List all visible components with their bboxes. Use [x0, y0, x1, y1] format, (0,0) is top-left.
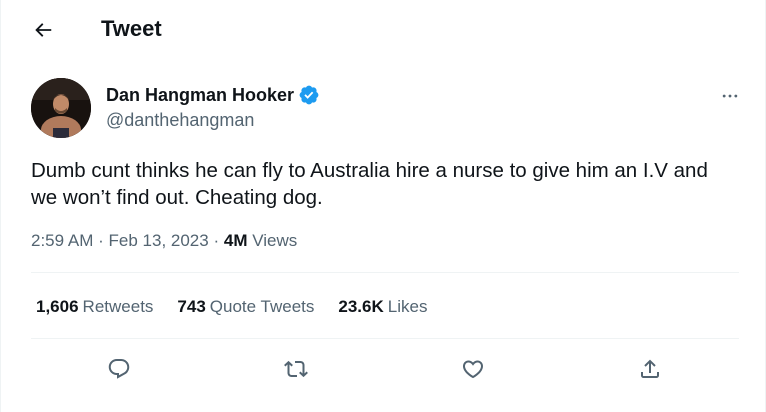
- like-button[interactable]: [455, 351, 491, 387]
- tweet-text: Dumb cunt thinks he can fly to Australia…: [31, 159, 708, 209]
- share-button[interactable]: [632, 351, 668, 387]
- more-icon: [722, 94, 738, 98]
- tweet-page: Tweet Dan Hangman Hooker @danthehangman: [0, 0, 766, 412]
- action-bar: [31, 351, 739, 387]
- tweet-time[interactable]: 2:59 AM: [31, 231, 93, 250]
- quotes-stat[interactable]: 743 Quote Tweets: [177, 296, 314, 318]
- likes-label: Likes: [387, 297, 428, 316]
- tweet-stats: 1,606 Retweets 743 Quote Tweets 23.6K Likes: [36, 296, 427, 318]
- quotes-label: Quote Tweets: [209, 297, 315, 316]
- author-name[interactable]: Dan Hangman Hooker: [106, 84, 320, 106]
- views-label: Views: [252, 231, 298, 250]
- meta-separator: ·: [98, 231, 104, 250]
- retweets-label: Retweets: [82, 297, 154, 316]
- retweets-stat[interactable]: 1,606 Retweets: [36, 296, 153, 318]
- like-icon: [462, 360, 484, 379]
- reply-icon: [108, 359, 130, 379]
- likes-stat[interactable]: 23.6K Likes: [338, 296, 427, 318]
- author-handle[interactable]: @danthehangman: [106, 109, 254, 131]
- reply-button[interactable]: [101, 351, 137, 387]
- verified-badge-icon: [298, 84, 320, 106]
- retweets-count: 1,606: [36, 297, 79, 316]
- tweet-meta: 2:59 AM · Feb 13, 2023 · 4M Views: [31, 230, 297, 252]
- author-name-text: Dan Hangman Hooker: [106, 85, 295, 105]
- quotes-count: 743: [177, 297, 206, 316]
- likes-count: 23.6K: [338, 297, 384, 316]
- divider: [31, 272, 739, 273]
- views-count: 4M: [223, 231, 248, 250]
- more-options-button[interactable]: [715, 82, 745, 110]
- avatar[interactable]: [31, 78, 91, 138]
- back-button[interactable]: [25, 12, 61, 48]
- avatar-image: [31, 78, 91, 138]
- retweet-icon: [284, 360, 308, 378]
- page-title: Tweet: [101, 16, 162, 41]
- divider: [31, 338, 739, 339]
- arrow-left-icon: [35, 23, 52, 37]
- retweet-button[interactable]: [278, 351, 314, 387]
- tweet-date[interactable]: Feb 13, 2023: [109, 231, 209, 250]
- page-header: Tweet: [1, 0, 765, 60]
- share-icon: [641, 359, 659, 378]
- meta-separator: ·: [213, 231, 220, 250]
